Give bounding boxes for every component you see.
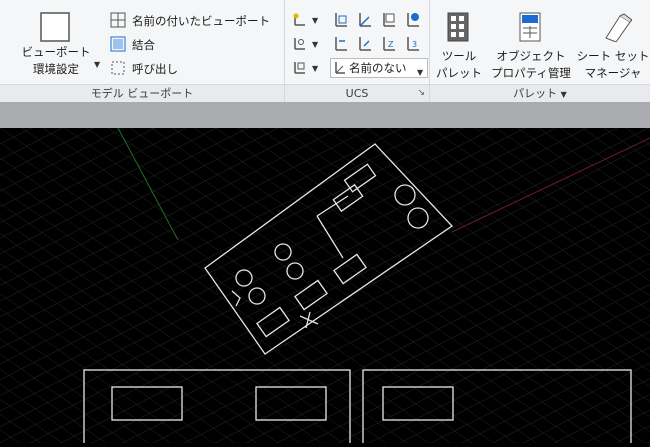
ucs-icon[interactable]: 3 (404, 36, 420, 52)
viewport-config-label-2: 環境設定 (33, 62, 79, 76)
restore-button[interactable]: 呼び出し (132, 61, 178, 77)
sheetset-label-1: シート セット (576, 49, 650, 63)
viewport-config-icon[interactable] (38, 10, 72, 44)
viewport-config-label-1: ビューポート (21, 45, 91, 59)
sheetset-label-2: マネージャ (584, 66, 642, 80)
join-icon[interactable] (110, 36, 126, 52)
drawing-canvas[interactable] (0, 127, 650, 447)
ucs-icon[interactable] (292, 12, 306, 28)
ucs-icon[interactable] (292, 60, 306, 76)
svg-text:3: 3 (412, 40, 417, 49)
svg-text:Z: Z (388, 40, 394, 49)
ucs-icon[interactable] (332, 36, 348, 52)
viewport-config-button[interactable]: ビューポート 環境設定 (14, 44, 98, 78)
dialog-launcher-icon[interactable]: ↘ (417, 85, 425, 102)
group-label-ucs: UCS ↘ (285, 84, 429, 102)
properties-label-1: オブジェクト (496, 49, 566, 63)
properties-button[interactable]: オブジェクト プロパティ管理 (488, 48, 574, 82)
group-label-viewports: モデル ビューポート (0, 84, 284, 102)
ucs-icon[interactable] (380, 12, 396, 28)
panel-gap (0, 102, 650, 128)
named-ucs-value: 名前のない (349, 61, 407, 75)
dropdown-arrow-icon[interactable]: ▼ (312, 40, 318, 49)
named-viewports-icon[interactable] (110, 12, 126, 28)
properties-label-2: プロパティ管理 (491, 66, 571, 80)
ucs-icon[interactable] (356, 36, 372, 52)
ucs-icon[interactable] (332, 12, 348, 28)
tool-palettes-button[interactable]: ツール パレット (432, 48, 486, 82)
ucs-icon (333, 60, 347, 76)
palettes-group-title: パレット (513, 87, 558, 100)
tool-palettes-label-1: ツール (441, 49, 477, 63)
dropdown-arrow-icon[interactable]: ▼ (312, 16, 318, 25)
sheetset-button[interactable]: シート セット マネージャ (576, 48, 650, 82)
named-ucs-combo[interactable]: 名前のない ▼ (330, 58, 428, 78)
sheetset-icon[interactable] (602, 12, 633, 43)
dropdown-arrow-icon[interactable]: ▼ (94, 60, 100, 69)
ucs-group-title: UCS (345, 87, 369, 100)
ucs-icon[interactable] (292, 36, 306, 52)
grid (0, 128, 650, 443)
dropdown-arrow-icon[interactable]: ▼ (312, 64, 318, 73)
properties-icon[interactable] (518, 12, 542, 42)
tool-palettes-label-2: パレット (436, 66, 482, 80)
dropdown-arrow-icon[interactable]: ▼ (561, 90, 567, 99)
ribbon: ビューポート 環境設定 ▼ 名前の付いたビューポート 結合 呼び出し モデル ビ… (0, 0, 650, 103)
ucs-icon[interactable]: Z (380, 36, 396, 52)
ucs-icon[interactable] (404, 12, 420, 28)
ucs-icon[interactable] (356, 12, 372, 28)
group-label-palettes[interactable]: パレット ▼ (430, 84, 650, 102)
dropdown-arrow-icon[interactable]: ▼ (417, 64, 423, 82)
named-viewports-button[interactable]: 名前の付いたビューポート (132, 13, 270, 29)
join-button[interactable]: 結合 (132, 37, 155, 53)
tool-palette-icon[interactable] (446, 12, 470, 42)
restore-icon[interactable] (110, 60, 126, 76)
